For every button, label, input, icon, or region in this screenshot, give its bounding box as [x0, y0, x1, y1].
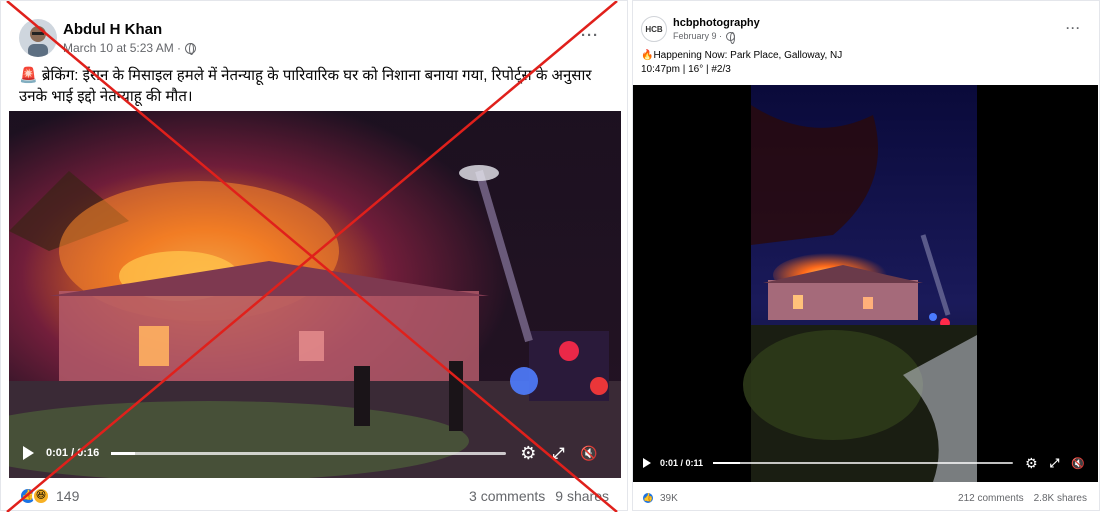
shares-count[interactable]: 9 shares — [555, 488, 609, 504]
caption-text: ब्रेकिंग: ईरान के मिसाइल हमले में नेतन्य… — [19, 67, 592, 105]
post-footer: 👍 39K 212 comments 2.8K shares — [633, 483, 1099, 513]
mute-icon[interactable]: 🔇 — [580, 445, 597, 462]
video-frame — [633, 85, 1098, 482]
video-scrubber[interactable] — [111, 451, 507, 455]
play-button[interactable] — [643, 458, 651, 468]
video-time: 0:01 / 0:11 — [660, 458, 704, 468]
mute-icon[interactable]: 🔇 — [1071, 457, 1085, 470]
post-timestamp[interactable]: February 9 · — [673, 31, 736, 44]
video-controls: 0:01 / 0:16 ⚙ ⤢ 🔇 — [9, 434, 621, 472]
engagement-stats: 3 comments 9 shares — [469, 488, 609, 504]
reaction-summary[interactable]: 👍 😆 149 — [19, 487, 79, 505]
fullscreen-icon[interactable]: ⤢ — [1050, 456, 1060, 471]
settings-gear-icon[interactable]: ⚙ — [520, 443, 536, 464]
timestamp-text: March 10 at 5:23 AM · — [63, 41, 182, 55]
reaction-count: 149 — [56, 488, 80, 504]
settings-gear-icon[interactable]: ⚙ — [1025, 455, 1038, 472]
right-post: HCB hcbphotography February 9 · ··· 🔥Hap… — [632, 0, 1100, 511]
post-caption: 🚨 ब्रेकिंग: ईरान के मिसाइल हमले में नेतन… — [19, 65, 619, 107]
timestamp-text: February 9 · — [673, 31, 723, 41]
shares-count[interactable]: 2.8K shares — [1034, 493, 1087, 504]
left-post: Abdul H Khan March 10 at 5:23 AM · ··· 🚨… — [0, 0, 628, 512]
video-player[interactable]: 0:01 / 0:11 ⚙ ⤢ 🔇 — [633, 85, 1098, 482]
post-caption: 🔥Happening Now: Park Place, Galloway, NJ… — [641, 49, 1091, 77]
post-timestamp[interactable]: March 10 at 5:23 AM · — [63, 41, 197, 55]
globe-icon — [726, 31, 736, 44]
reaction-summary[interactable]: 👍 39K — [641, 491, 678, 505]
video-player[interactable]: 0:01 / 0:16 ⚙ ⤢ 🔇 — [9, 111, 621, 478]
avatar-logo-text: HCB — [645, 24, 663, 34]
author-name[interactable]: Abdul H Khan — [63, 21, 162, 38]
scrubber-progress — [111, 451, 135, 455]
scrubber-progress — [713, 462, 741, 464]
video-scrubber[interactable] — [713, 462, 1014, 464]
caption-line-1: 🔥Happening Now: Park Place, Galloway, NJ — [641, 50, 843, 61]
comments-count[interactable]: 212 comments — [958, 493, 1024, 504]
video-controls: 0:01 / 0:11 ⚙ ⤢ 🔇 — [633, 444, 1098, 482]
more-options-button[interactable]: ··· — [1066, 21, 1081, 35]
post-header: Abdul H Khan March 10 at 5:23 AM · ··· — [1, 1, 627, 61]
like-icon: 👍 — [641, 491, 655, 505]
video-frame — [9, 111, 621, 478]
siren-icon: 🚨 — [19, 67, 38, 84]
play-button[interactable] — [23, 446, 34, 460]
reaction-count: 39K — [660, 492, 678, 504]
fullscreen-icon[interactable]: ⤢ — [552, 445, 564, 462]
avatar[interactable]: HCB — [641, 16, 667, 42]
haha-icon: 😆 — [32, 487, 50, 505]
globe-icon — [185, 42, 197, 55]
caption-line-2: 10:47pm | 16° | #2/3 — [641, 64, 731, 75]
avatar[interactable] — [19, 19, 57, 57]
video-time: 0:01 / 0:16 — [46, 447, 100, 459]
author-name[interactable]: hcbphotography — [673, 17, 760, 29]
comments-count[interactable]: 3 comments — [469, 488, 545, 504]
post-footer: 👍 😆 149 3 comments 9 shares — [1, 481, 627, 511]
more-options-button[interactable]: ··· — [581, 27, 599, 44]
engagement-stats: 212 comments 2.8K shares — [958, 493, 1087, 504]
